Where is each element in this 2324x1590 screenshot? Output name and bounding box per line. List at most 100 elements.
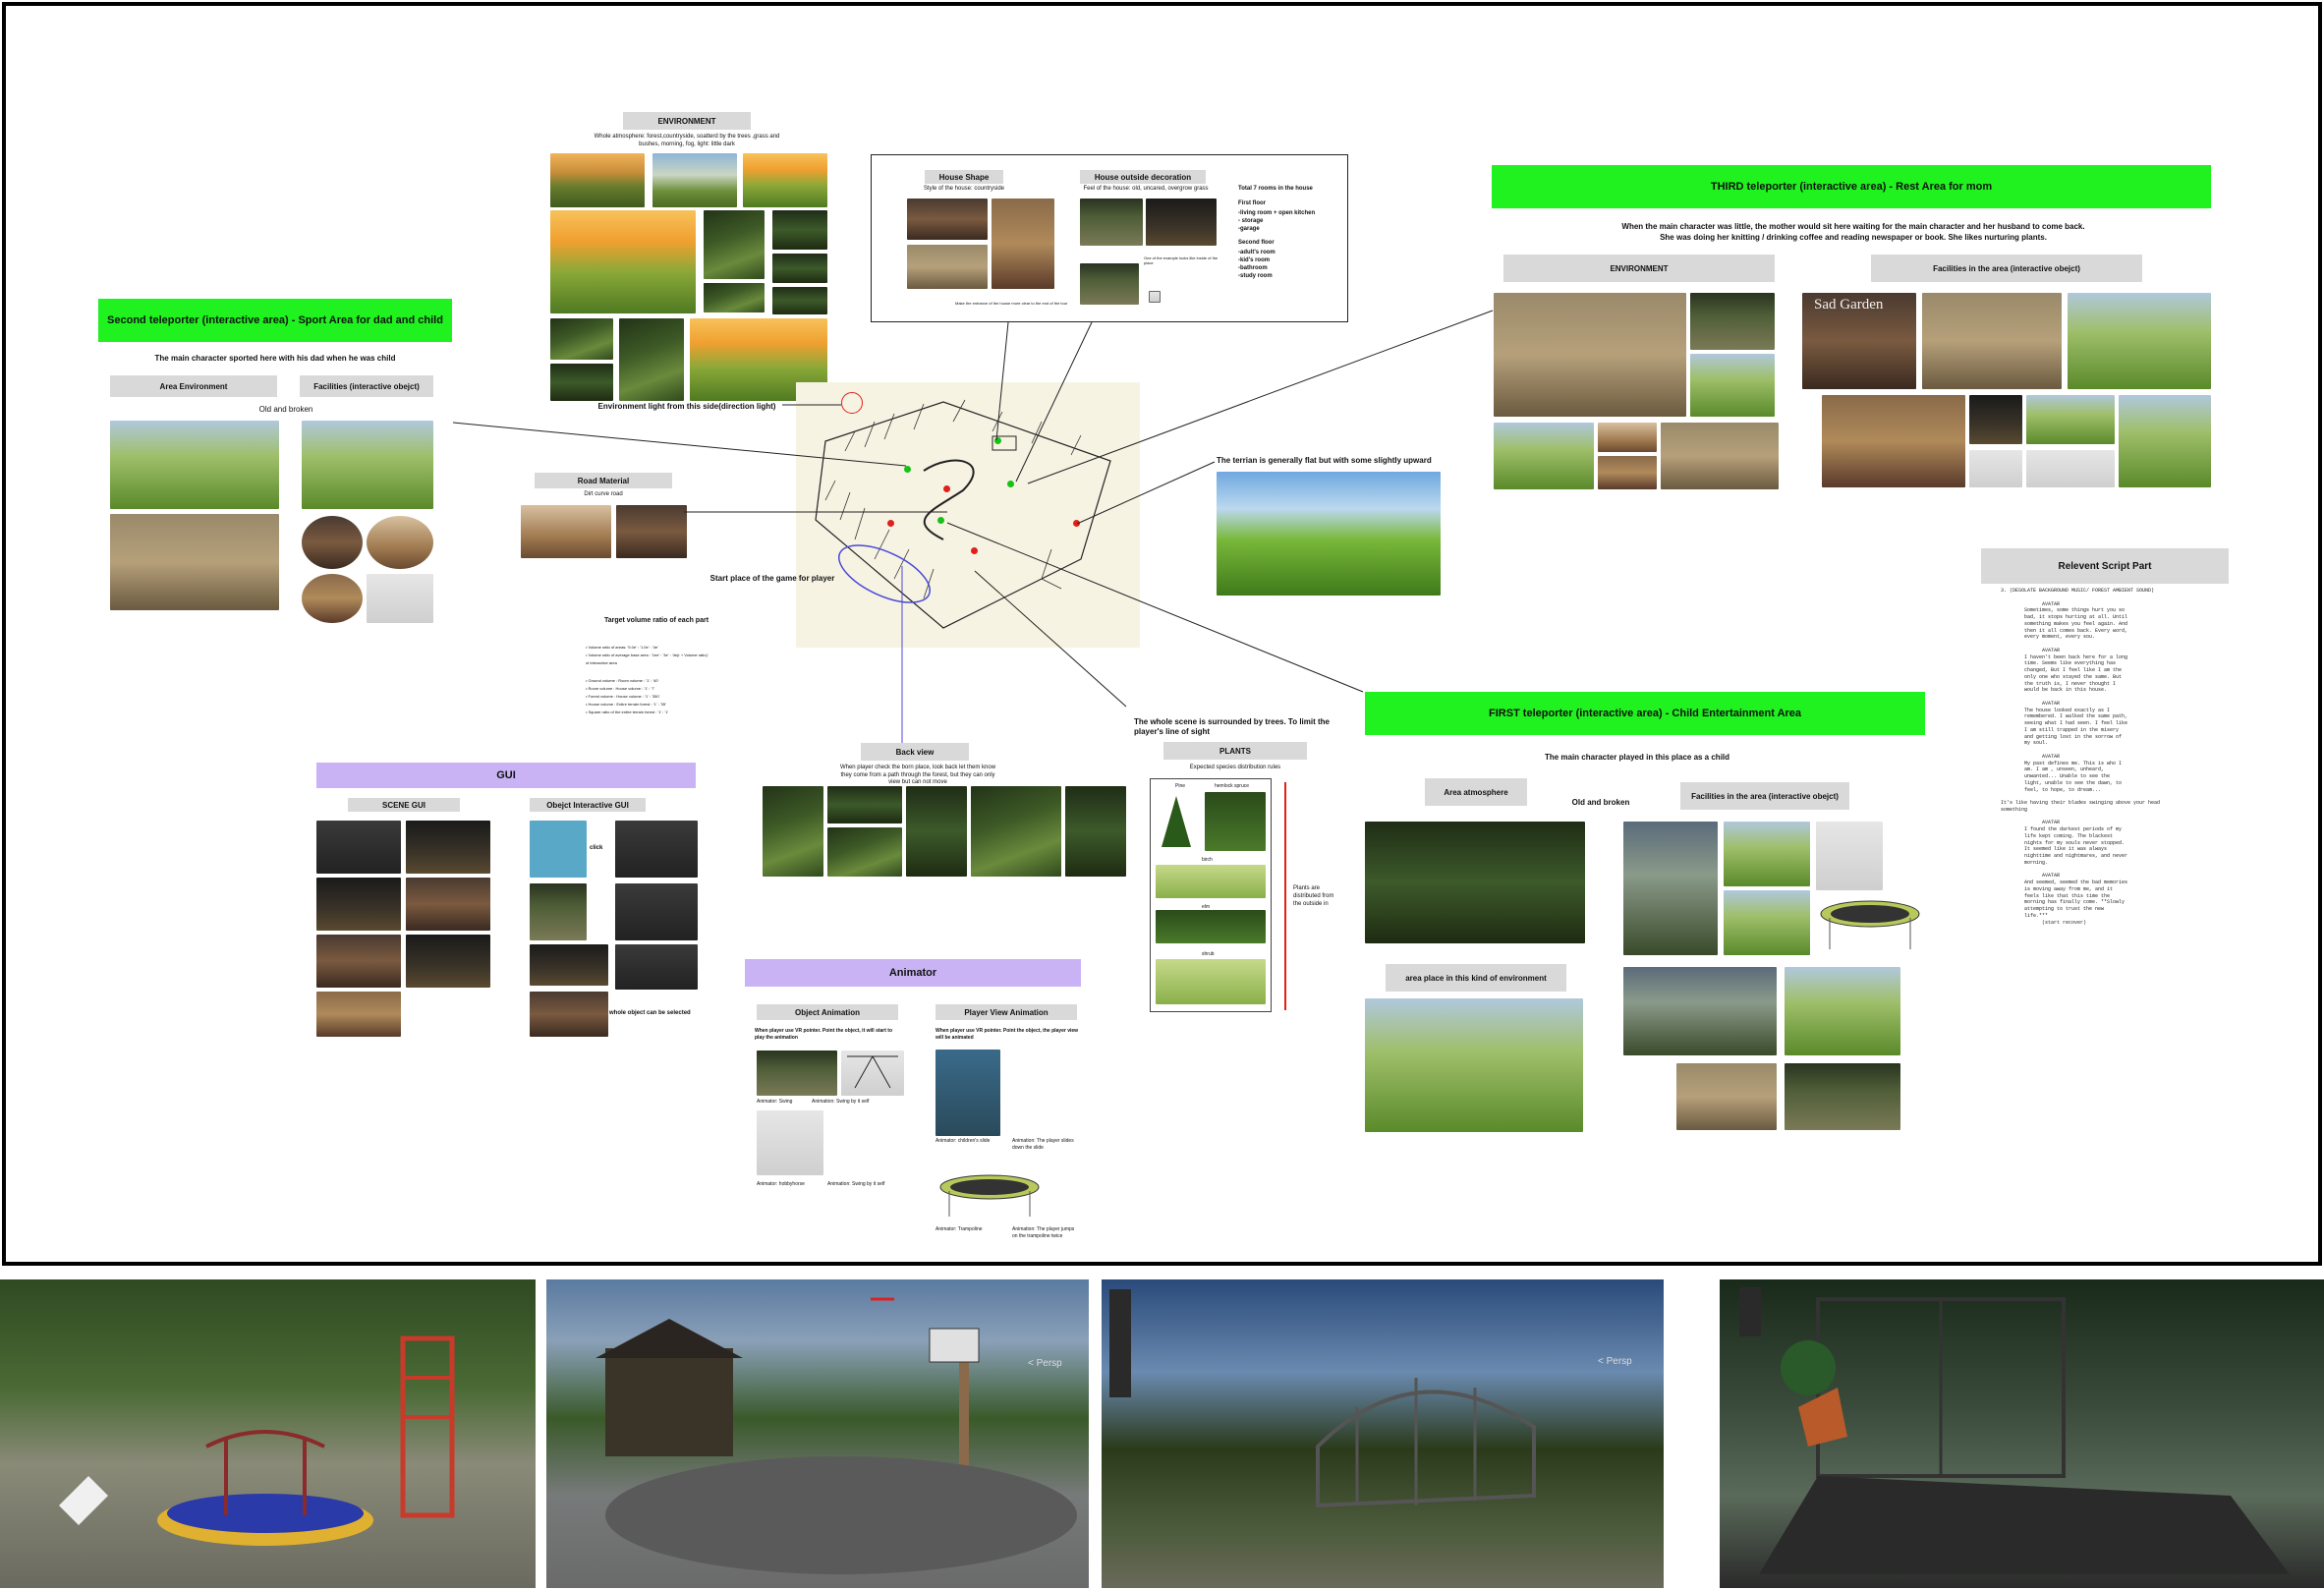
gui-title: GUI	[316, 763, 696, 788]
scene-gui-shot-5	[316, 935, 401, 988]
scene-gui-label: SCENE GUI	[348, 798, 460, 812]
shrub-image	[1156, 959, 1266, 1004]
yarn-photo	[2026, 450, 2115, 487]
third-env-label: ENVIRONMENT	[1503, 255, 1775, 282]
swing-diagram	[841, 1051, 904, 1096]
seesaw-photo	[1785, 967, 1900, 1055]
anim-cap-4: Animation: Swing by it self	[827, 1181, 885, 1187]
rest-env-photo-6	[1598, 456, 1657, 489]
terrain-note: The terrian is generally flat but with s…	[1217, 456, 1432, 465]
target-volume-line-8: • House volume : Entire terrain forest :…	[586, 702, 666, 707]
garden-chair-photo	[2119, 395, 2211, 487]
object-gui-shot-3	[530, 883, 587, 940]
anim-cap-5: Animator: children's slide	[935, 1138, 991, 1144]
back-photo-4	[906, 786, 967, 877]
slide-photo	[935, 1050, 1000, 1136]
view-animation-label: Player View Animation	[935, 1004, 1077, 1020]
object-gui-shot-7	[530, 992, 608, 1037]
birch-image	[1156, 865, 1266, 898]
rest-env-photo-7	[1661, 423, 1779, 489]
scene-gui-shot-1	[316, 821, 401, 874]
back-photo-2	[827, 786, 902, 823]
scene-toolbar[interactable]	[1109, 1289, 1131, 1397]
unity-shot-interior	[1720, 1279, 2324, 1588]
target-volume-line-1: • Volume ratio of areas: '9.0e' : '1.0e'…	[586, 645, 658, 650]
back-view-title: Back view	[861, 743, 969, 761]
back-photo-5	[971, 786, 1061, 877]
rest-env-photo-2	[1690, 293, 1775, 350]
distribution-arrow	[1284, 782, 1286, 1010]
slide-facility-photo	[1623, 967, 1777, 1055]
object-gui-shot-2	[615, 821, 698, 878]
plant-name-hemlock: hemlock spruce	[1215, 783, 1250, 789]
scene-gui-shot-2	[406, 821, 490, 874]
unity-shot-sportarea: < Persp	[546, 1279, 1089, 1588]
scene-gui-shot-4	[406, 878, 490, 931]
script-title: Relevent Script Part	[1981, 548, 2229, 584]
moodboard-canvas: ENVIRONMENT Whole atmosphere: forest,cou…	[2, 2, 2322, 1266]
book-photo	[1969, 450, 2022, 487]
place-label: area place in this kind of environment	[1386, 964, 1566, 992]
target-volume-line-6: • Room volume : House volume : '1' : '7'	[586, 686, 655, 691]
object-gui-shot-1	[530, 821, 587, 878]
unity-shot-playground	[0, 1279, 536, 1588]
anim-cap-2: Animation: Swing by it self	[812, 1099, 870, 1105]
plants-title: PLANTS	[1163, 742, 1307, 760]
trampoline-facility	[1816, 894, 1924, 957]
selected-label: whole object can be selected	[609, 1010, 691, 1016]
merry-go-round-photo	[1785, 1063, 1900, 1130]
plants-side-note: Plants are distributed from the outside …	[1293, 885, 1334, 907]
rest-env-photo-4	[1494, 423, 1594, 489]
object-gui-shot-5	[530, 944, 608, 986]
table-photo	[2026, 395, 2115, 444]
rest-env-photo-1	[1494, 293, 1686, 417]
hobbyhorse-photo	[757, 1110, 823, 1175]
target-volume-line-9: • Square ratio of the entire terrain for…	[586, 710, 669, 714]
target-volume-line-5: • Ground volume : Room volume : '1' : '4…	[586, 678, 659, 683]
script-text: 3. (DESOLATE BACKGROUND MUSIC/ FOREST AM…	[2001, 588, 2161, 926]
scene-gui-shot-3	[316, 878, 401, 931]
plant-name-pine: Pine	[1175, 783, 1186, 789]
plant-name-shrub: shrub	[1202, 951, 1215, 957]
back-view-desc: When player check the born place, look b…	[839, 765, 996, 785]
surrounded-note: The whole scene is surrounded by trees. …	[1134, 717, 1331, 737]
target-volume-line-3: of interactive area	[586, 660, 617, 665]
hemlock-image	[1205, 792, 1266, 851]
object-gui-shot-6	[615, 944, 698, 990]
target-volume-line-7: • Forest volume : House volume : '1' : '…	[586, 694, 660, 699]
target-volume-line-2: • Volume ratio of average base area : '1…	[586, 653, 709, 657]
back-photo-1	[763, 786, 823, 877]
sad-garden-photo: Sad Garden	[1802, 293, 1916, 389]
bench-photo	[1922, 293, 2062, 389]
elm-image	[1156, 910, 1266, 943]
sad-garden-label: Sad Garden	[1814, 297, 1884, 312]
atmosphere-photo	[1365, 822, 1585, 943]
rest-env-photo-3	[1690, 354, 1775, 417]
plant-name-birch: birch	[1202, 857, 1213, 863]
playground-place-photo	[1365, 998, 1583, 1132]
lamp-photo	[1969, 395, 2022, 444]
third-desc-1: When the main character was little, the …	[1621, 222, 2085, 231]
pine-image	[1156, 792, 1197, 851]
anim-cap-3: Animator: hobbyhorse	[757, 1181, 805, 1187]
unity-shot-greenhouse: < Persp	[1102, 1279, 1664, 1588]
view-animation-desc: When player use VR pointer. Point the ob…	[935, 1028, 1079, 1041]
first-teleporter-title: FIRST teleporter (interactive area) - Ch…	[1365, 692, 1925, 735]
object-gui-shot-4	[615, 883, 698, 940]
swing-photo	[757, 1051, 837, 1096]
back-photo-6	[1065, 786, 1126, 877]
third-fac-label: Facilities in the area (interactive obej…	[1871, 255, 2142, 282]
swing-set-photo	[1623, 822, 1718, 955]
pots-photo	[1822, 395, 1965, 487]
back-photo-3	[827, 827, 902, 877]
persp-label-3: < Persp	[1598, 1356, 1632, 1367]
trampoline-photo	[935, 1171, 1044, 1224]
rest-env-photo-5	[1598, 423, 1657, 452]
scene-toolbar-2[interactable]	[1739, 1287, 1761, 1336]
anim-cap-7: Animator: Trampoline	[935, 1226, 983, 1232]
anim-cap-8: Animation: The player jumps on the tramp…	[1012, 1226, 1075, 1239]
object-animation-label: Object Animation	[757, 1004, 898, 1020]
object-gui-label: Obejct Interactive GUI	[530, 798, 646, 812]
plants-desc: Expected species distribution rules	[1189, 765, 1281, 770]
scene-gui-shot-6	[406, 935, 490, 988]
